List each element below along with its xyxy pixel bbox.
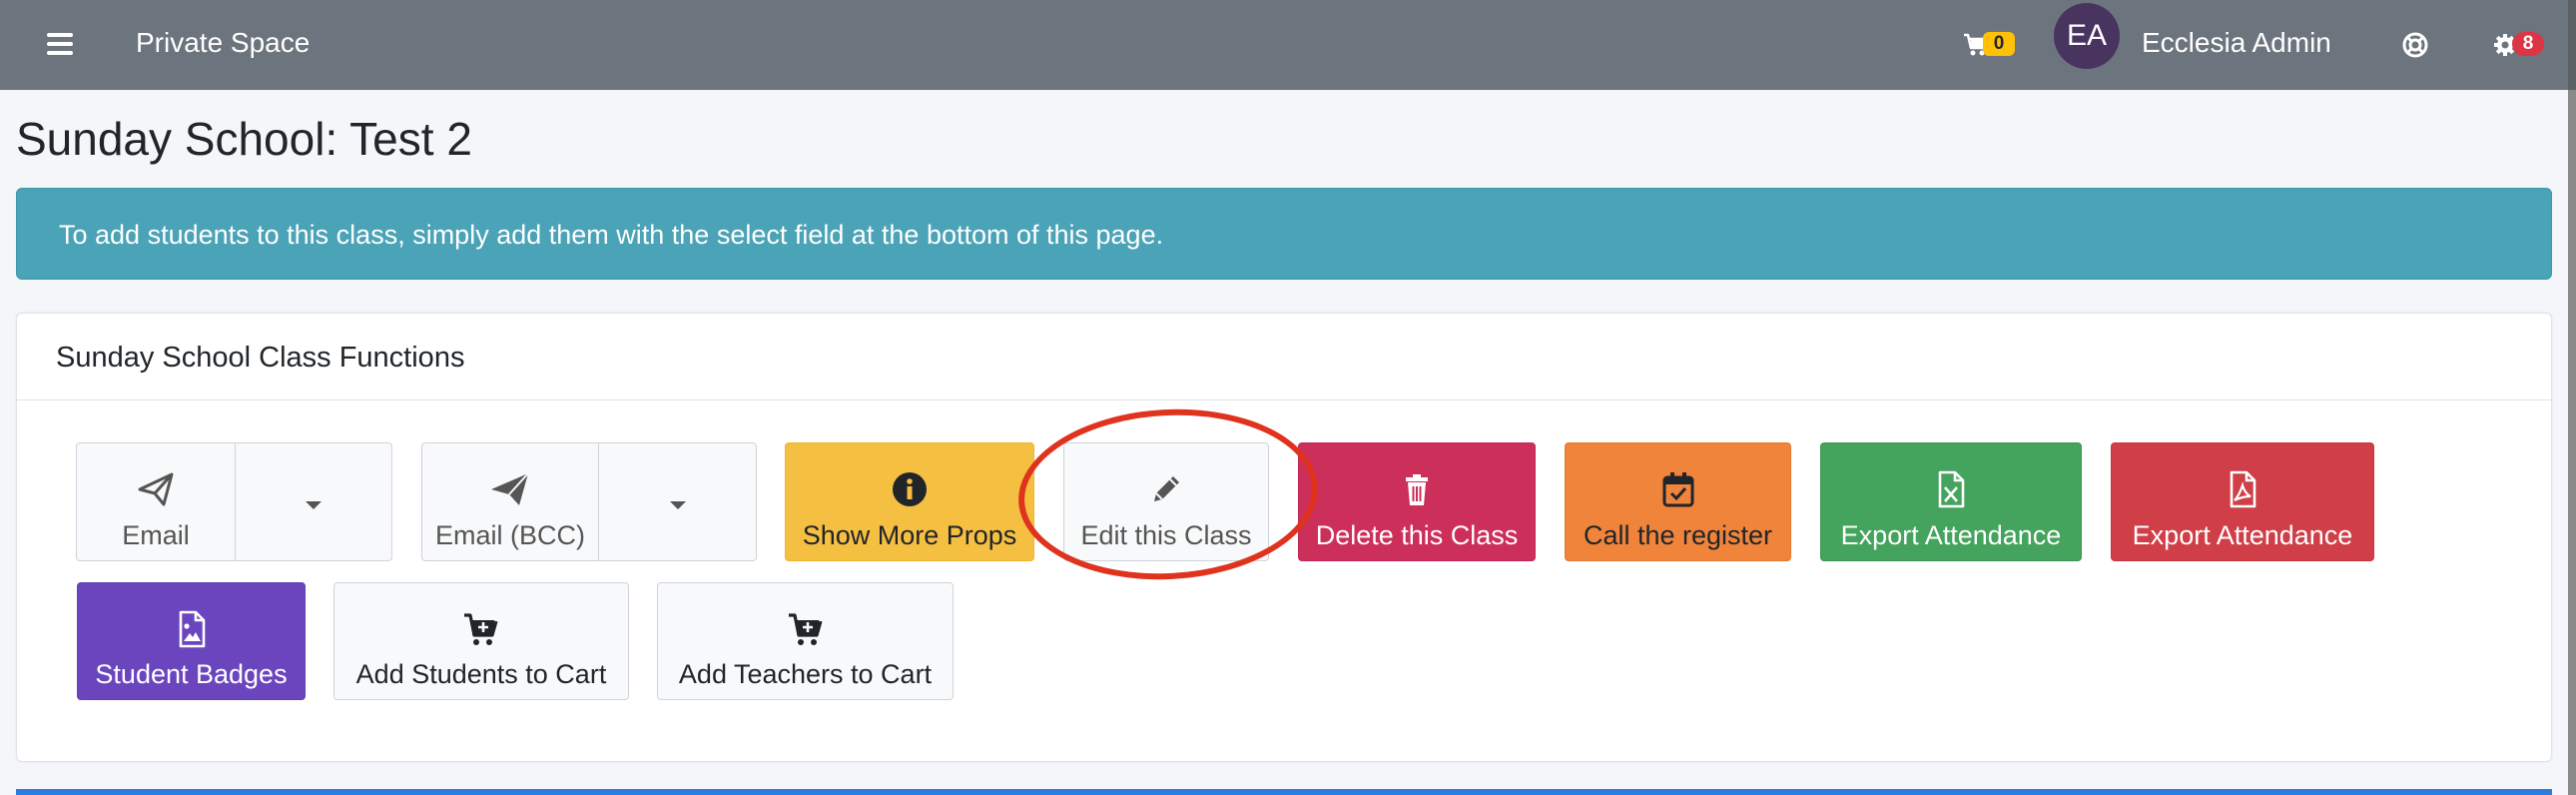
pencil-icon — [1064, 469, 1268, 509]
call-register-label: Call the register — [1583, 520, 1773, 550]
avatar[interactable]: EA — [2054, 3, 2120, 69]
email-bcc-button-label: Email (BCC) — [434, 520, 585, 550]
email-button[interactable]: Email — [76, 442, 236, 561]
delete-class-label: Delete this Class — [1315, 520, 1519, 550]
export-attendance-excel-button[interactable]: Export Attendance — [1820, 442, 2082, 561]
student-badges-label: Student Badges — [95, 659, 288, 689]
edit-class-button[interactable]: Edit this Class — [1063, 442, 1269, 561]
info-alert-text: To add students to this class, simply ad… — [59, 220, 1164, 250]
trash-icon — [1299, 469, 1535, 509]
top-navbar: Private Space 0 EA Ecclesia Admin 8 — [0, 0, 2568, 90]
add-students-to-cart-button[interactable]: Add Students to Cart — [333, 582, 629, 700]
show-more-props-label: Show More Props — [802, 520, 1017, 550]
show-more-props-button[interactable]: Show More Props — [785, 442, 1034, 561]
hamburger-icon[interactable] — [44, 29, 76, 61]
add-students-to-cart-label: Add Students to Cart — [355, 659, 607, 689]
cart-plus-icon — [658, 609, 953, 649]
page-title: Sunday School: Test 2 — [16, 113, 472, 165]
delete-class-button[interactable]: Delete this Class — [1298, 442, 1536, 561]
export-attendance-excel-label: Export Attendance — [1840, 520, 2062, 550]
edit-class-label: Edit this Class — [1080, 520, 1252, 550]
export-attendance-pdf-button[interactable]: Export Attendance — [2111, 442, 2374, 561]
brand-label[interactable]: Private Space — [136, 27, 310, 59]
add-teachers-to-cart-button[interactable]: Add Teachers to Cart — [657, 582, 954, 700]
call-register-button[interactable]: Call the register — [1565, 442, 1791, 561]
chevron-down-icon — [669, 501, 686, 509]
email-bcc-button[interactable]: Email (BCC) — [421, 442, 599, 561]
email-button-label: Email — [122, 520, 190, 550]
lifebuoy-icon[interactable] — [2400, 30, 2430, 60]
cart-count-badge: 0 — [1983, 32, 2015, 56]
paper-plane-outline-icon — [77, 469, 235, 509]
window-edge-scrollbar[interactable] — [2568, 0, 2576, 795]
paper-plane-icon — [422, 469, 598, 509]
chevron-down-icon — [306, 501, 322, 509]
info-circle-icon — [786, 469, 1033, 509]
file-image-icon — [78, 609, 305, 649]
file-excel-icon — [1821, 469, 2081, 509]
info-alert: To add students to this class, simply ad… — [16, 188, 2552, 280]
email-bcc-dropdown-toggle[interactable] — [598, 442, 757, 561]
student-badges-button[interactable]: Student Badges — [77, 582, 306, 700]
export-attendance-pdf-label: Export Attendance — [2132, 520, 2353, 550]
next-card-edge — [16, 789, 2552, 795]
add-teachers-to-cart-label: Add Teachers to Cart — [678, 659, 933, 689]
file-pdf-icon — [2112, 469, 2373, 509]
card-title: Sunday School Class Functions — [56, 342, 465, 374]
email-dropdown-toggle[interactable] — [235, 442, 392, 561]
username-label[interactable]: Ecclesia Admin — [2142, 27, 2331, 59]
card-header: Sunday School Class Functions — [17, 314, 2551, 400]
cart-plus-icon — [334, 609, 628, 649]
notification-count-badge: 8 — [2512, 32, 2544, 56]
calendar-check-icon — [1566, 469, 1790, 509]
